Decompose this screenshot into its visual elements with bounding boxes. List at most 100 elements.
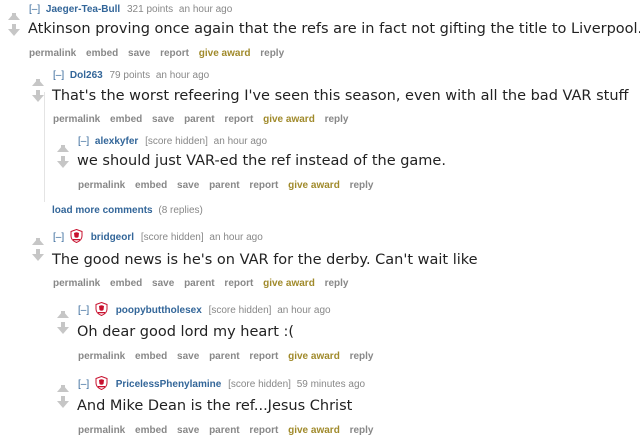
collapse-toggle[interactable]: [–] — [53, 70, 64, 81]
vote-column — [31, 72, 45, 102]
collapse-toggle[interactable]: [–] — [78, 379, 89, 390]
comment-buttons: permalink embed save parent report give … — [53, 278, 356, 289]
upvote-arrow-icon[interactable] — [57, 145, 69, 152]
comment-tagline: [–] bridgeorl [score hidden] an hour ago — [53, 229, 263, 243]
upvote-arrow-icon[interactable] — [32, 79, 44, 86]
comment-body: Atkinson proving once again that the ref… — [28, 21, 640, 37]
collapse-toggle[interactable]: [–] — [78, 305, 89, 316]
comment-body: That's the worst refeering I've seen thi… — [52, 88, 629, 104]
comment-body: we should just VAR-ed the ref instead of… — [77, 153, 446, 169]
comment-thread: [–] Jaeger-Tea-Bull 321 points an hour a… — [0, 0, 640, 444]
author-link[interactable]: Jaeger-Tea-Bull — [46, 4, 120, 15]
save-button[interactable]: save — [177, 351, 199, 362]
save-button[interactable]: save — [128, 48, 150, 59]
author-link[interactable]: poopybuttholesex — [116, 305, 202, 316]
author-link[interactable]: Dol263 — [70, 70, 103, 81]
report-button[interactable]: report — [160, 48, 189, 59]
collapse-toggle[interactable]: [–] — [53, 232, 64, 243]
downvote-arrow-icon[interactable] — [57, 156, 69, 168]
give-award-button[interactable]: give award — [288, 351, 340, 362]
give-award-button[interactable]: give award — [288, 180, 340, 191]
report-button[interactable]: report — [224, 114, 253, 125]
comment-score: 79 points — [109, 70, 151, 81]
load-more-link[interactable]: load more comments — [52, 205, 153, 216]
liverpool-crest-flair-icon — [70, 229, 83, 243]
parent-button[interactable]: parent — [209, 351, 240, 362]
reply-button[interactable]: reply — [350, 425, 374, 436]
parent-button[interactable]: parent — [184, 114, 215, 125]
comment-body: The good news is he's on VAR for the der… — [52, 252, 478, 268]
comment-tagline: [–] poopybuttholesex [score hidden] an h… — [78, 302, 331, 316]
parent-button[interactable]: parent — [209, 425, 240, 436]
save-button[interactable]: save — [152, 278, 174, 289]
permalink-button[interactable]: permalink — [53, 278, 100, 289]
reply-button[interactable]: reply — [350, 180, 374, 191]
downvote-arrow-icon[interactable] — [57, 322, 69, 334]
comment-buttons: permalink embed save parent report give … — [78, 425, 381, 436]
comment-score: [score hidden] — [208, 305, 272, 316]
upvote-arrow-icon[interactable] — [32, 238, 44, 245]
embed-button[interactable]: embed — [86, 48, 118, 59]
vote-column — [7, 6, 21, 36]
save-button[interactable]: save — [152, 114, 174, 125]
permalink-button[interactable]: permalink — [78, 425, 125, 436]
report-button[interactable]: report — [249, 180, 278, 191]
comment-tagline: [–] PricelessPhenylamine [score hidden] … — [78, 376, 365, 390]
comment-tagline: [–] alexkyfer [score hidden] an hour ago — [78, 136, 267, 147]
save-button[interactable]: save — [177, 180, 199, 191]
give-award-button[interactable]: give award — [263, 278, 315, 289]
reply-button[interactable]: reply — [350, 351, 374, 362]
permalink-button[interactable]: permalink — [53, 114, 100, 125]
downvote-arrow-icon[interactable] — [32, 90, 44, 102]
comment-time: an hour ago — [209, 232, 263, 243]
reply-button[interactable]: reply — [260, 48, 284, 59]
comment-score: [score hidden] — [228, 379, 291, 390]
permalink-button[interactable]: permalink — [78, 351, 125, 362]
embed-button[interactable]: embed — [135, 351, 167, 362]
give-award-button[interactable]: give award — [199, 48, 251, 59]
permalink-button[interactable]: permalink — [78, 180, 125, 191]
downvote-arrow-icon[interactable] — [57, 396, 69, 408]
upvote-arrow-icon[interactable] — [57, 311, 69, 318]
comment-score: [score hidden] — [140, 232, 204, 243]
give-award-button[interactable]: give award — [263, 114, 315, 125]
downvote-arrow-icon[interactable] — [8, 24, 20, 36]
vote-column — [56, 138, 70, 168]
reply-button[interactable]: reply — [325, 278, 349, 289]
embed-button[interactable]: embed — [135, 180, 167, 191]
embed-button[interactable]: embed — [110, 278, 142, 289]
author-link[interactable]: PricelessPhenylamine — [116, 379, 222, 390]
save-button[interactable]: save — [177, 425, 199, 436]
upvote-arrow-icon[interactable] — [57, 385, 69, 392]
author-link[interactable]: alexkyfer — [95, 136, 138, 147]
comment-tagline: [–] Dol263 79 points an hour ago — [53, 70, 209, 81]
comment-score: 321 points — [126, 4, 174, 15]
comment-buttons: permalink embed save parent report give … — [78, 351, 381, 362]
liverpool-crest-flair-icon — [95, 376, 108, 390]
reply-count: (8 replies) — [158, 205, 203, 216]
report-button[interactable]: report — [249, 425, 278, 436]
comment-tagline: [–] Jaeger-Tea-Bull 321 points an hour a… — [29, 4, 232, 15]
collapse-toggle[interactable]: [–] — [29, 4, 40, 15]
report-button[interactable]: report — [224, 278, 253, 289]
downvote-arrow-icon[interactable] — [32, 249, 44, 261]
comment-buttons: permalink embed save parent report give … — [53, 114, 356, 125]
comment-buttons: permalink embed save parent report give … — [78, 180, 381, 191]
comment-time: 59 minutes ago — [296, 379, 366, 390]
embed-button[interactable]: embed — [135, 425, 167, 436]
give-award-button[interactable]: give award — [288, 425, 340, 436]
comment-time: an hour ago — [277, 305, 331, 316]
author-link[interactable]: bridgeorl — [91, 232, 134, 243]
collapse-toggle[interactable]: [–] — [78, 136, 89, 147]
parent-button[interactable]: parent — [209, 180, 240, 191]
report-button[interactable]: report — [249, 351, 278, 362]
thread-line — [44, 92, 45, 202]
comment-score: [score hidden] — [145, 136, 208, 147]
reply-button[interactable]: reply — [325, 114, 349, 125]
parent-button[interactable]: parent — [184, 278, 215, 289]
embed-button[interactable]: embed — [110, 114, 142, 125]
upvote-arrow-icon[interactable] — [8, 13, 20, 20]
vote-column — [56, 378, 70, 408]
permalink-button[interactable]: permalink — [29, 48, 76, 59]
comment-time: an hour ago — [155, 70, 210, 81]
